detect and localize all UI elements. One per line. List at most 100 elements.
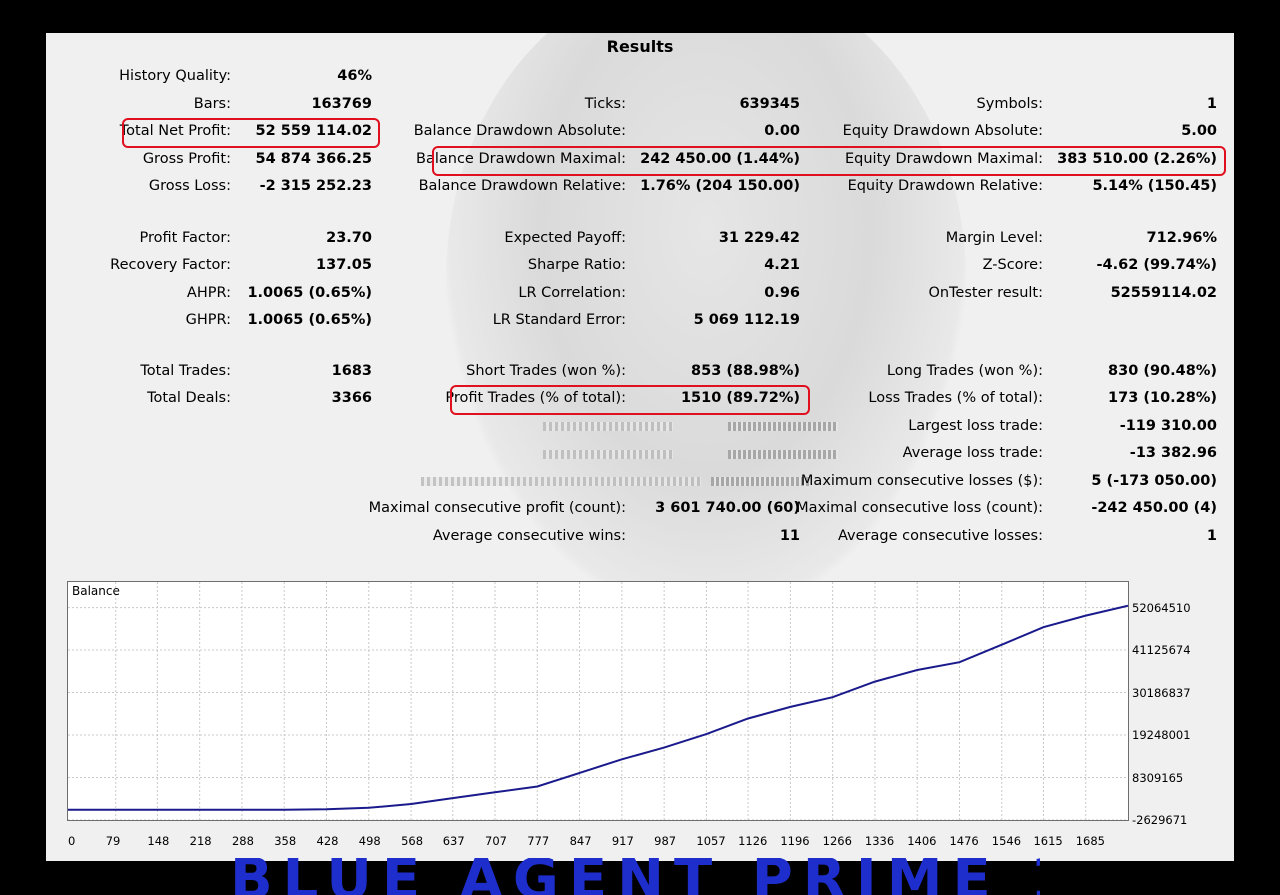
x-tick-label: 358 bbox=[274, 834, 297, 848]
avg-consecutive-losses-value: 1 bbox=[1206, 528, 1217, 544]
ghpr-label: GHPR: bbox=[185, 312, 231, 328]
gross-profit-label: Gross Profit: bbox=[142, 151, 231, 167]
ontester-result-value: 52559114.02 bbox=[1110, 285, 1217, 301]
balance-dd-relative-label: Balance Drawdown Relative: bbox=[418, 178, 626, 194]
x-tick-label: 917 bbox=[611, 834, 634, 848]
gross-loss-value: -2 315 252.23 bbox=[259, 178, 372, 194]
banner-text: BLUE AGENT PRIME 1.0 bbox=[230, 858, 1040, 895]
total-trades-value: 1683 bbox=[331, 363, 372, 379]
obscured-row bbox=[498, 450, 838, 460]
y-tick-label: 30186837 bbox=[1132, 685, 1191, 700]
avg-consecutive-losses-label: Average consecutive losses: bbox=[837, 528, 1043, 544]
lr-correlation-label: LR Correlation: bbox=[518, 285, 626, 301]
x-tick-label: 1266 bbox=[822, 834, 852, 848]
recovery-factor-label: Recovery Factor: bbox=[110, 257, 231, 273]
x-tick-label: 568 bbox=[401, 834, 424, 848]
results-panel: Results History Quality: 46% Bars: 1 637 6… bbox=[46, 33, 1234, 861]
x-tick-label: 1126 bbox=[738, 834, 768, 848]
x-tick-label: 707 bbox=[485, 834, 507, 848]
loss-trades-value: 173 (10.28%) bbox=[1108, 390, 1217, 406]
balance-chart: Balance 0 79 148 218 288 358 428 498 568 637 707 77… bbox=[67, 581, 1191, 848]
lr-correlation-value: 0.96 bbox=[764, 285, 800, 301]
expected-payoff-label: Expected Payoff: bbox=[504, 230, 626, 246]
max-consecutive-profit-value: 3 601 740.00 (60) bbox=[655, 500, 800, 516]
obscured-row bbox=[498, 422, 838, 432]
balance-series-line bbox=[68, 604, 1128, 811]
expected-payoff-value: 31 229.42 bbox=[718, 230, 800, 246]
avg-consecutive-wins-label: Average consecutive wins: bbox=[432, 528, 626, 544]
x-tick-label: 847 bbox=[569, 834, 592, 848]
x-tick-label: 1685 bbox=[1075, 834, 1105, 848]
ticks-value: 639345 bbox=[739, 96, 800, 112]
long-trades-label: Long Trades (won %): bbox=[886, 363, 1043, 379]
highlight-box bbox=[450, 385, 810, 415]
largest-loss-trade-value: -119 310.00 bbox=[1119, 418, 1217, 434]
ontester-result-label: OnTester result: bbox=[928, 285, 1043, 301]
max-consecutive-profit-label: Maximal consecutive profit (count): bbox=[368, 500, 626, 516]
total-deals-value: 3366 bbox=[331, 390, 372, 406]
z-score-value: -4.62 (99.74%) bbox=[1096, 257, 1218, 273]
average-loss-trade-value: -13 382.96 bbox=[1129, 445, 1217, 461]
x-tick-label: 79 bbox=[105, 834, 121, 848]
x-tick-label: 1196 bbox=[780, 834, 810, 848]
ahpr-value: 1.0065 (0.65%) bbox=[247, 285, 372, 301]
ghpr-value: 1.0065 (0.65%) bbox=[247, 312, 372, 328]
x-tick-label: 498 bbox=[358, 834, 381, 848]
average-loss-trade-label: Average loss trade: bbox=[902, 445, 1043, 461]
x-tick-label: 288 bbox=[231, 834, 254, 848]
y-tick-label: 52064510 bbox=[1132, 600, 1191, 615]
ticks-label: Ticks: bbox=[584, 96, 626, 112]
equity-dd-absolute-label: Equity Drawdown Absolute: bbox=[842, 123, 1043, 139]
short-trades-value: 853 (88.98%) bbox=[691, 363, 800, 379]
x-tick-label: 148 bbox=[147, 834, 170, 848]
avg-consecutive-wins-value: 11 bbox=[779, 528, 800, 544]
x-tick-label: 428 bbox=[316, 834, 339, 848]
x-tick-label: 1546 bbox=[991, 834, 1022, 848]
x-tick-label: 987 bbox=[654, 834, 677, 848]
x-tick-label: 1476 bbox=[949, 834, 979, 848]
max-consecutive-loss-label: Maximal consecutive loss (count): bbox=[796, 500, 1043, 516]
total-trades-label: Total Trades: bbox=[140, 363, 231, 379]
ahpr-label: AHPR: bbox=[186, 285, 231, 301]
profit-factor-value: 23.70 bbox=[326, 230, 372, 246]
x-tick-label: 777 bbox=[527, 834, 550, 848]
lr-standard-error-label: LR Standard Error: bbox=[492, 312, 626, 328]
z-score-label: Z-Score: bbox=[982, 257, 1043, 273]
results-title: Results bbox=[606, 37, 674, 56]
margin-level-value: 712.96% bbox=[1146, 230, 1217, 246]
obscured-row bbox=[421, 477, 821, 487]
short-trades-label: Short Trades (won %): bbox=[466, 363, 626, 379]
x-tick-label: 637 bbox=[442, 834, 465, 848]
max-consecutive-losses-value: 5 (-173 050.00) bbox=[1091, 473, 1217, 489]
balance-dd-absolute-label: Balance Drawdown Absolute: bbox=[413, 123, 626, 139]
y-tick-label: -2629671 bbox=[1132, 813, 1188, 827]
bars-label: Bars: bbox=[193, 96, 231, 112]
x-tick-label: 1615 bbox=[1033, 834, 1063, 848]
equity-dd-relative-value: 5.14% (150.45) bbox=[1092, 178, 1217, 194]
profit-factor-label: Profit Factor: bbox=[139, 230, 231, 246]
symbols-value: 1 bbox=[1206, 96, 1217, 112]
equity-dd-absolute-value: 5.00 bbox=[1181, 123, 1217, 139]
history-quality-label: History Quality: bbox=[119, 68, 231, 84]
balance-chart-svg bbox=[68, 582, 1128, 820]
highlight-box bbox=[122, 118, 380, 148]
y-tick-label: 8309165 bbox=[1132, 770, 1184, 785]
gross-loss-label: Gross Loss: bbox=[148, 178, 231, 194]
max-consecutive-loss-value: -242 450.00 (4) bbox=[1091, 500, 1217, 516]
y-tick-label: 19248001 bbox=[1132, 728, 1191, 743]
recovery-factor-value: 137.05 bbox=[316, 257, 372, 273]
equity-dd-relative-label: Equity Drawdown Relative: bbox=[847, 178, 1043, 194]
y-tick-label: 41125674 bbox=[1132, 643, 1191, 658]
lr-standard-error-value: 5 069 112.19 bbox=[693, 312, 800, 328]
sharpe-ratio-label: Sharpe Ratio: bbox=[527, 257, 626, 273]
x-tick-label: 1336 bbox=[864, 834, 895, 848]
loss-trades-label: Loss Trades (% of total): bbox=[868, 390, 1043, 406]
max-consecutive-losses-label: Maximum consecutive losses ($): bbox=[800, 473, 1043, 489]
largest-loss-trade-label: Largest loss trade: bbox=[908, 418, 1043, 434]
gross-profit-value: 54 874 366.25 bbox=[255, 151, 373, 167]
sharpe-ratio-value: 4.21 bbox=[764, 257, 800, 273]
x-tick-label: 218 bbox=[189, 834, 212, 848]
history-quality-value: 46% bbox=[337, 68, 372, 84]
balance-dd-absolute-value: 0.00 bbox=[764, 123, 800, 139]
balance-dd-relative-value: 1.76% (204 150.00) bbox=[640, 178, 800, 194]
